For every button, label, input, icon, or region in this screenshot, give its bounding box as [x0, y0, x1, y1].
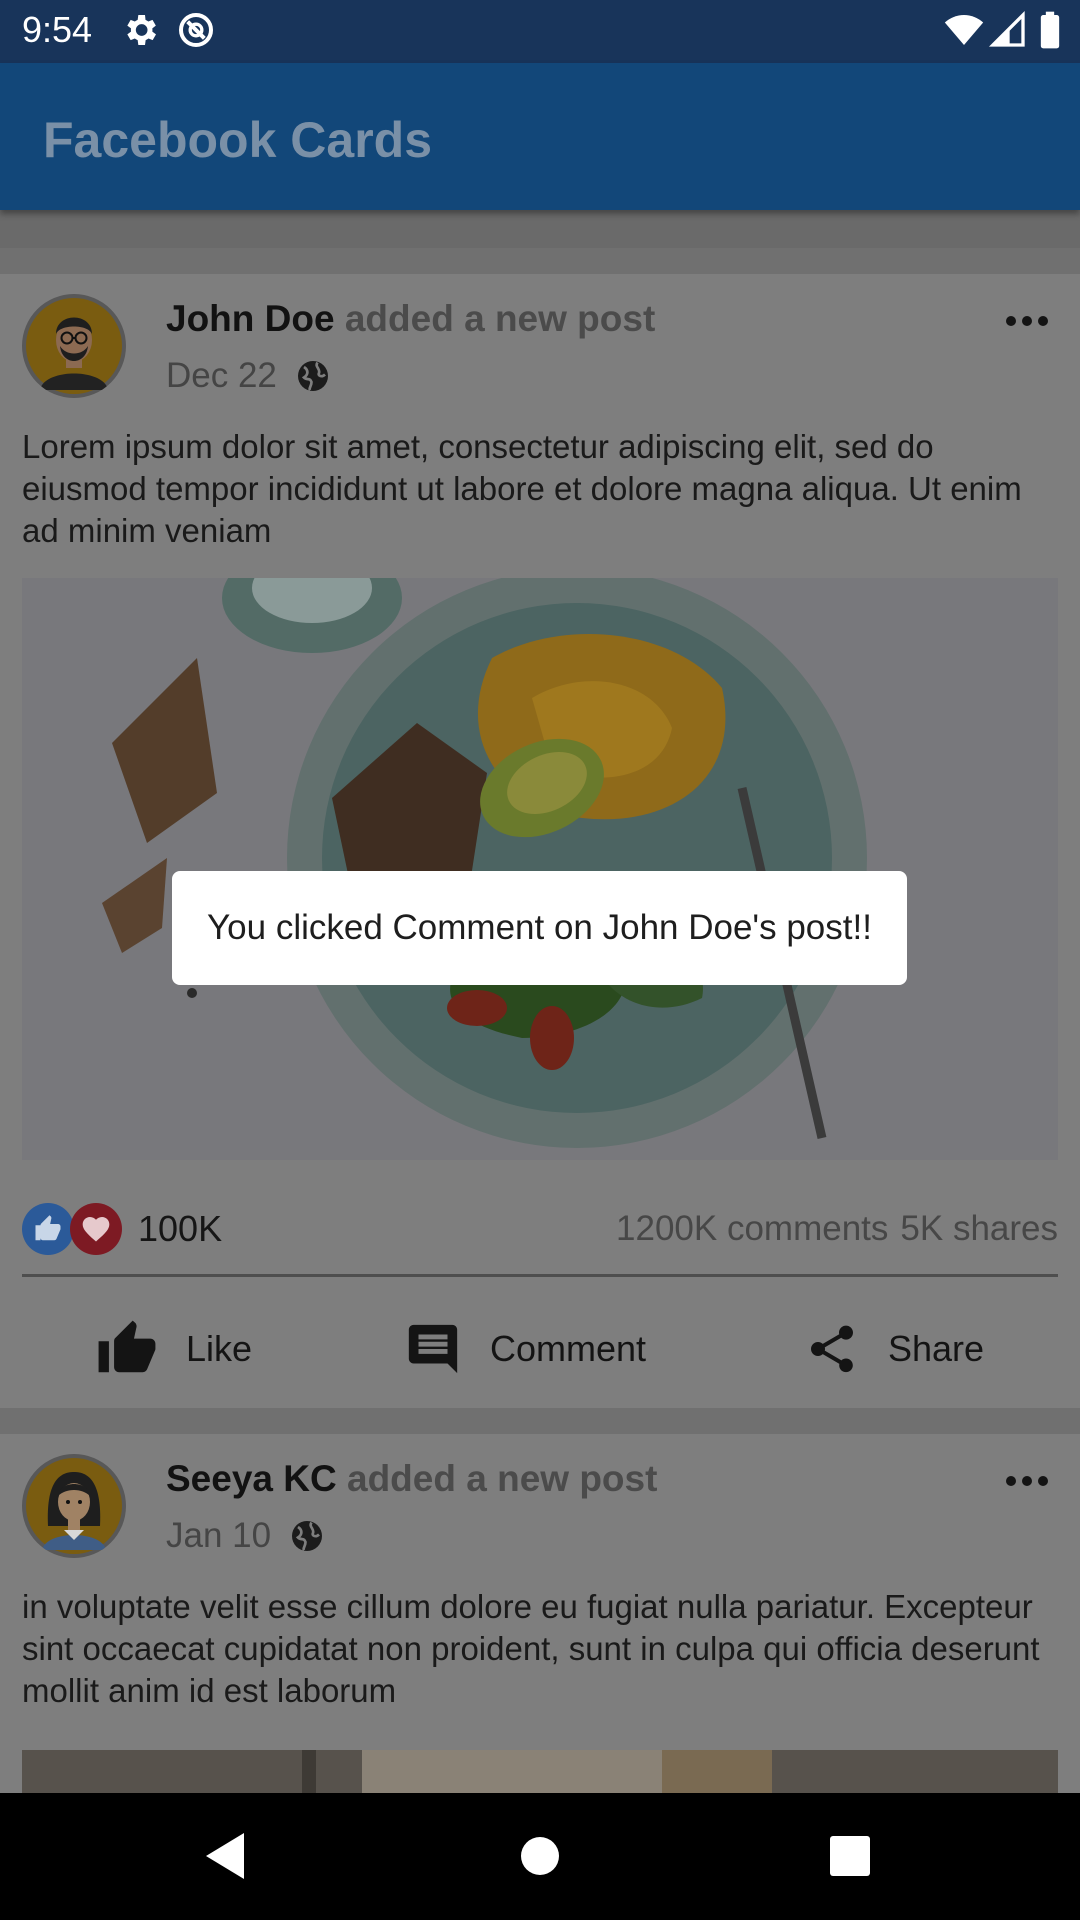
post-author[interactable]: John Doe — [166, 298, 335, 339]
app-bar: Facebook Cards — [0, 63, 1080, 210]
feed-top-strip — [0, 210, 1080, 248]
more-options-icon[interactable] — [1004, 314, 1050, 328]
post-author[interactable]: Seeya KC — [166, 1458, 337, 1499]
signal-icon — [988, 10, 1025, 47]
love-badge — [70, 1203, 122, 1255]
thumbs-up-icon — [98, 1320, 156, 1373]
post-date-row: Dec 22 — [166, 356, 331, 396]
avatar[interactable] — [22, 1454, 126, 1558]
status-time: 9:54 — [22, 9, 93, 50]
share-button[interactable]: Share — [804, 1304, 984, 1394]
status-bar: 9:54 — [0, 0, 1080, 63]
thumbs-up-icon — [35, 1215, 61, 1241]
post-card: John Doe added a new post Dec 22 Lorem i… — [0, 274, 1080, 1408]
battery-icon — [1040, 11, 1060, 49]
post-text: Lorem ipsum dolor sit amet, consectetur … — [22, 428, 1022, 549]
globe-icon — [297, 361, 328, 391]
comment-icon — [408, 1324, 458, 1374]
like-label: Like — [186, 1328, 253, 1369]
toast-message: You clicked Comment on John Doe's post!! — [172, 871, 907, 985]
post-header: Seeya KC added a new post — [166, 1458, 657, 1500]
post-stats: 100K 1200K comments 5K shares — [22, 1202, 1058, 1256]
app-title: Facebook Cards — [43, 112, 433, 168]
gear-icon — [127, 15, 156, 45]
comment-button[interactable]: Comment — [404, 1304, 646, 1394]
like-badge — [22, 1203, 74, 1255]
feed[interactable]: John Doe added a new post Dec 22 Lorem i… — [0, 210, 1080, 1793]
engagement-counts: 1200K comments 5K shares — [616, 1209, 1058, 1249]
post-date: Jan 10 — [166, 1516, 272, 1555]
post-image[interactable] — [22, 1750, 1058, 1793]
post-header: John Doe added a new post — [166, 298, 655, 340]
recents-icon[interactable] — [817, 1823, 883, 1889]
wifi-icon — [944, 15, 984, 45]
post-image[interactable] — [22, 578, 1058, 1160]
post-card: Seeya KC added a new post Jan 10 in volu… — [0, 1434, 1080, 1793]
comment-label: Comment — [490, 1328, 647, 1369]
post-text: in voluptate velit esse cillum dolore eu… — [22, 1588, 1040, 1709]
navigation-bar — [0, 1793, 1080, 1920]
post-date: Dec 22 — [166, 356, 277, 395]
more-options-icon[interactable] — [1004, 1474, 1050, 1488]
heart-icon — [82, 1217, 110, 1242]
post-actions: Like Comment Share — [0, 1304, 1080, 1394]
avatar-woman-icon — [26, 1458, 122, 1554]
globe-icon — [292, 1521, 323, 1551]
comments-count[interactable]: 1200K comments — [616, 1209, 888, 1249]
food-photo — [22, 578, 1058, 1160]
post-action: added a new post — [344, 298, 656, 339]
share-label: Share — [888, 1328, 985, 1369]
room-photo — [22, 1750, 1058, 1793]
data-saver-icon — [179, 13, 213, 47]
like-button[interactable]: Like — [96, 1304, 252, 1394]
avatar[interactable] — [22, 294, 126, 398]
post-date-row: Jan 10 — [166, 1516, 325, 1556]
likes-count[interactable]: 100K — [138, 1208, 222, 1250]
avatar-man-icon — [26, 298, 122, 394]
back-icon[interactable] — [192, 1823, 258, 1889]
divider — [22, 1274, 1058, 1277]
shares-count[interactable]: 5K shares — [900, 1209, 1058, 1249]
share-icon — [811, 1325, 853, 1373]
post-action: added a new post — [347, 1458, 658, 1499]
home-icon[interactable] — [507, 1823, 573, 1889]
